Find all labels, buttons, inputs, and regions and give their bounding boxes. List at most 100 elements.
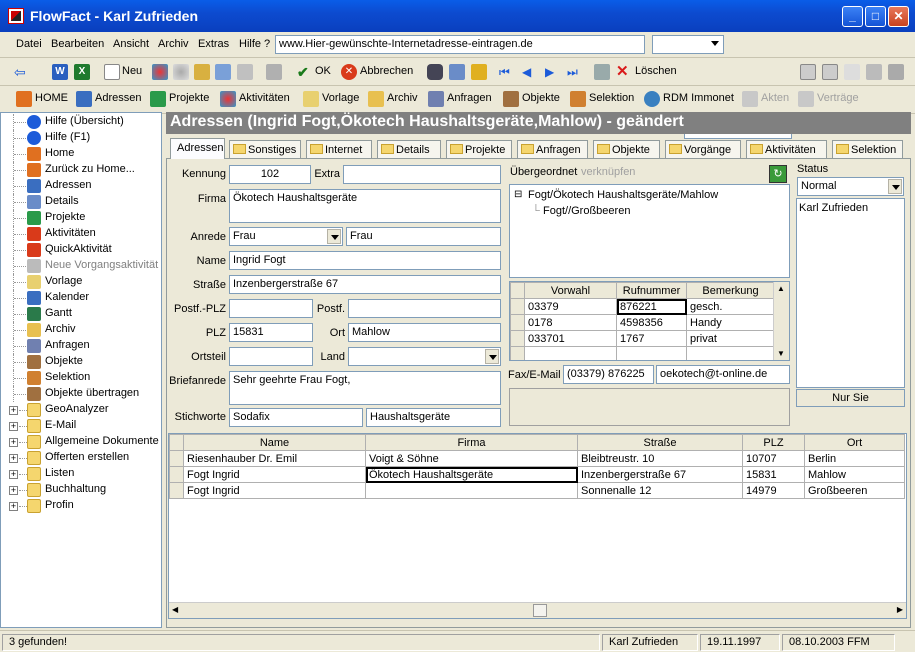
scroll-left-icon[interactable]: ◀ xyxy=(172,605,178,614)
resize-icon[interactable] xyxy=(822,64,838,80)
nav-objekte[interactable]: Objekte xyxy=(522,92,560,104)
tab-selektion[interactable]: Selektion xyxy=(832,140,903,158)
column-header[interactable]: Firma xyxy=(365,434,578,451)
nav-vorlage[interactable]: Vorlage xyxy=(322,92,359,104)
table-cell[interactable]: privat xyxy=(686,330,775,347)
ortsteil-field[interactable] xyxy=(229,347,313,366)
menu-archiv[interactable]: Archiv xyxy=(158,38,189,50)
menu-bearbeiten[interactable]: Bearbeiten xyxy=(51,38,104,50)
land-dropdown[interactable] xyxy=(348,347,501,366)
kennung-field[interactable]: 102 xyxy=(229,165,311,184)
column-header[interactable]: Straße xyxy=(577,434,743,451)
url-input[interactable]: www.Hier-gewünschte-Internetadresse-eint… xyxy=(275,35,645,54)
nav-aktivitaeten[interactable]: Aktivitäten xyxy=(239,92,290,104)
table-icon[interactable] xyxy=(594,64,610,80)
table-cell[interactable]: 10707 xyxy=(742,450,805,467)
menu-ansicht[interactable]: Ansicht xyxy=(113,38,149,50)
table-cell[interactable]: Handy xyxy=(686,314,775,331)
table-row[interactable]: 033701 1767 privat xyxy=(510,330,775,347)
postf-field[interactable] xyxy=(348,299,501,318)
table-cell[interactable]: Fogt Ingrid xyxy=(183,466,366,483)
cancel-button[interactable]: Abbrechen xyxy=(360,65,413,77)
first-record-icon[interactable]: ⏮ xyxy=(499,64,515,80)
table-row[interactable]: Fogt Ingrid Sonnenalle 12 14979 Großbeeren xyxy=(169,482,905,499)
table-row[interactable]: 0178 4598356 Handy xyxy=(510,314,775,331)
settings-icon[interactable] xyxy=(888,64,904,80)
table-cell[interactable]: Großbeeren xyxy=(804,482,905,499)
column-header[interactable]: Name xyxy=(183,434,366,451)
minimize-button[interactable]: _ xyxy=(842,6,863,27)
table-row[interactable]: 03379 876221 gesch. xyxy=(510,298,775,315)
phone-scrollbar[interactable]: ▲ ▼ xyxy=(773,282,789,360)
table-cell[interactable]: Ökotech Haushaltsgeräte xyxy=(365,466,578,483)
refresh-icon[interactable]: ↻ xyxy=(769,165,787,183)
excel-icon[interactable]: X xyxy=(74,64,90,80)
print-icon[interactable] xyxy=(866,64,882,80)
row-selector[interactable] xyxy=(510,346,525,360)
table-cell[interactable]: 0178 xyxy=(524,314,617,331)
rotate-icon[interactable] xyxy=(844,64,860,80)
table-cell[interactable]: 033701 xyxy=(524,330,617,347)
scroll-up-icon[interactable]: ▲ xyxy=(777,284,785,293)
verknuepfen-link[interactable]: verknüpfen xyxy=(581,166,635,178)
maximize-button[interactable]: □ xyxy=(865,6,886,27)
nav-adressen[interactable]: Adressen xyxy=(95,92,141,104)
search-star-icon[interactable] xyxy=(471,64,487,80)
tab-anfragen[interactable]: Anfragen xyxy=(517,140,588,158)
expand-icon[interactable] xyxy=(800,64,816,80)
previous-record-icon[interactable]: ◀ xyxy=(522,64,538,80)
hand-icon[interactable] xyxy=(266,64,282,80)
row-selector[interactable] xyxy=(510,314,525,331)
binoculars-icon[interactable] xyxy=(427,64,443,80)
table-cell[interactable] xyxy=(365,482,578,499)
horizontal-scrollbar[interactable]: ◀ ▶ xyxy=(169,602,906,618)
last-record-icon[interactable]: ⏭ xyxy=(567,64,583,80)
close-button[interactable]: ✕ xyxy=(888,6,909,27)
tab-aktivitten[interactable]: Aktivitäten xyxy=(746,140,827,158)
table-cell[interactable]: Inzenbergerstraße 67 xyxy=(577,466,743,483)
expand-icon[interactable]: + xyxy=(9,486,18,495)
row-selector[interactable] xyxy=(169,482,184,499)
expand-icon[interactable]: + xyxy=(9,422,18,431)
table-cell[interactable] xyxy=(686,346,775,360)
scroll-thumb[interactable] xyxy=(533,604,547,617)
app-icon[interactable] xyxy=(8,8,24,24)
ok-check-icon[interactable]: ✔ xyxy=(297,64,313,80)
table-cell[interactable]: Bleibtreustr. 10 xyxy=(577,450,743,467)
menu-extras[interactable]: Extras xyxy=(198,38,229,50)
back-arrow-icon[interactable]: ⇦ xyxy=(14,64,30,80)
anrede2-field[interactable]: Frau xyxy=(346,227,501,246)
nav-rdm-immonet[interactable]: RDM Immonet xyxy=(663,92,734,104)
column-header[interactable]: Vorwahl xyxy=(524,282,617,299)
column-header[interactable]: PLZ xyxy=(742,434,805,451)
ort-field[interactable]: Mahlow xyxy=(348,323,501,342)
delete-x-icon[interactable]: ✕ xyxy=(616,64,632,80)
search-list-icon[interactable] xyxy=(449,64,465,80)
table-row[interactable]: Fogt Ingrid Ökotech Haushaltsgeräte Inzenb… xyxy=(169,466,905,483)
expand-icon[interactable]: + xyxy=(9,502,18,511)
scroll-down-icon[interactable]: ▼ xyxy=(777,349,785,358)
tab-objekte[interactable]: Objekte xyxy=(593,140,660,158)
ok-button[interactable]: OK xyxy=(315,65,331,77)
fax-field[interactable]: (03379) 876225 xyxy=(563,365,654,384)
scroll-right-icon[interactable]: ▶ xyxy=(897,605,903,614)
status-user-item[interactable]: Karl Zufrieden xyxy=(799,202,868,214)
new-button[interactable]: Neu xyxy=(122,65,142,77)
table-cell[interactable]: 15831 xyxy=(742,466,805,483)
eye-icon[interactable] xyxy=(237,64,253,80)
nav-projekte[interactable]: Projekte xyxy=(169,92,209,104)
row-selector[interactable] xyxy=(169,466,184,483)
parent-node-1[interactable]: Fogt/Ökotech Haushaltsgeräte/Mahlow xyxy=(528,189,718,201)
expand-icon[interactable]: + xyxy=(9,470,18,479)
nav-home[interactable]: HOME xyxy=(35,92,68,104)
status-dropdown[interactable]: Normal xyxy=(797,177,904,196)
tab-vorgnge[interactable]: Vorgänge xyxy=(665,140,741,158)
anrede-dropdown[interactable]: Frau xyxy=(229,227,343,246)
stichworte-field-1[interactable]: Sodafix xyxy=(229,408,363,427)
url-dropdown[interactable] xyxy=(652,35,724,54)
menu-hilfe[interactable]: Hilfe ? xyxy=(239,38,270,50)
email-field[interactable]: oekotech@t-online.de xyxy=(656,365,790,384)
briefanrede-field[interactable]: Sehr geehrte Frau Fogt, xyxy=(229,371,501,405)
table-cell[interactable]: Voigt & Söhne xyxy=(365,450,578,467)
word-icon[interactable]: W xyxy=(52,64,68,80)
